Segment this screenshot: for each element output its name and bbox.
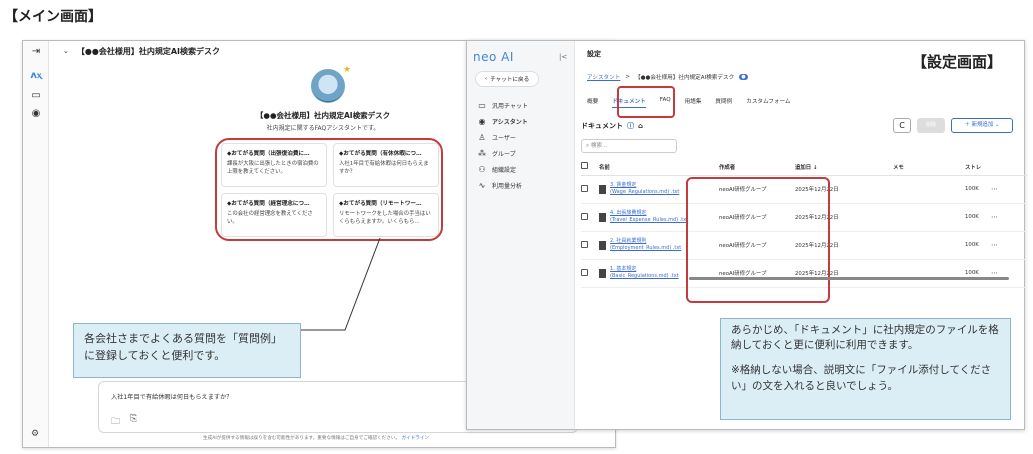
more-menu-icon[interactable]: ⋯ [991, 203, 1027, 232]
row-memo [893, 203, 965, 232]
tab-custom-form[interactable]: カスタムフォーム [746, 95, 790, 108]
col-name[interactable]: 名前 [599, 159, 719, 176]
callout-settings: あらかじめ、「ドキュメント」に社内規定のファイルを格納しておくと更に便利に利用で… [720, 318, 1011, 420]
settings-heading: 設定 [587, 50, 601, 58]
chat-icon: ▭ [478, 100, 486, 110]
nav-label: グループ [492, 150, 516, 158]
callout-settings-note: ※格納しない場合、説明文に「ファイル添付してください」の文を入れると良いでしょう… [731, 364, 992, 392]
callout-main: 各会社さまでよくある質問を「質問例」に登録しておくと便利です。 [73, 323, 301, 378]
row-size: 100K [965, 259, 991, 288]
bot-icon: ◉ [478, 116, 486, 126]
more-menu-icon[interactable]: ⋯ [991, 231, 1027, 260]
nav-label: アシスタント [492, 118, 528, 126]
row-checkbox[interactable] [581, 212, 588, 220]
row-memo [893, 259, 965, 288]
file-name-line1: 1. 基本規定 [610, 265, 637, 272]
breadcrumb: アシスタント > 【●●会社様用】社内規定AI検索デスク ● [587, 73, 748, 81]
file-icon [599, 212, 606, 222]
connector-main [301, 237, 381, 331]
tab-glossary[interactable]: 用語集 [685, 95, 702, 108]
chevron-left-icon: ‹ [484, 76, 488, 82]
file-name-line2: (Travel_Expense_Rules.md) .txt [610, 217, 689, 223]
file-name-line2: (Wage_Regulations.md) .txt [610, 189, 680, 195]
documents-heading: ドキュメント ⓘ ⌂ [581, 121, 643, 131]
settings-sidebar: neo AI |< ‹ チャットに戻る ▭ 汎用チャット ◉ アシスタント ♙ ユーザー… [467, 41, 575, 429]
nav-item-users[interactable]: ♙ ユーザー [473, 129, 571, 145]
more-menu-icon[interactable]: ⋯ [991, 175, 1027, 204]
breadcrumb-current: 【●●会社様用】社内規定AI検索デスク [635, 75, 735, 81]
row-checkbox[interactable] [581, 240, 588, 248]
col-date[interactable]: 追加日 ↓ [795, 159, 893, 176]
file-name-line1: 4. 出張旅費規定 [610, 209, 647, 216]
document-search-input[interactable]: ⌕ 検索... [581, 139, 677, 153]
nav-label: ユーザー [492, 134, 516, 142]
breadcrumb-separator: > [625, 74, 631, 80]
collapse-icon[interactable]: |< [559, 53, 567, 61]
nav-item-general-chat[interactable]: ▭ 汎用チャット [473, 97, 571, 113]
user-icon: ♙ [478, 132, 486, 142]
breadcrumb-root[interactable]: アシスタント [587, 73, 620, 81]
file-name[interactable]: 3. 賃金規定 (Wage_Regulations.md) .txt [610, 182, 679, 197]
nav-label: 汎用チャット [492, 102, 528, 110]
file-name[interactable]: 1. 基本規定 (Basic_Regulations.md) .txt [610, 266, 679, 281]
row-size: 100K [965, 203, 991, 232]
search-placeholder: 検索... [590, 143, 608, 149]
nav-label: 組織設定 [492, 166, 517, 174]
tab-highlight-oval [617, 86, 675, 118]
neoai-logo: neo AI [473, 50, 514, 64]
row-checkbox[interactable] [581, 268, 588, 276]
nav-item-groups[interactable]: ⁂ グループ [473, 145, 571, 161]
row-size: 100K [965, 175, 991, 204]
more-menu-icon[interactable]: ⋯ [991, 259, 1027, 288]
help-icon[interactable]: ⓘ [627, 121, 634, 131]
file-icon [599, 184, 606, 194]
analytics-icon: ∿ [478, 180, 486, 190]
file-name-line1: 3. 賃金規定 [610, 181, 637, 188]
row-checkbox[interactable] [581, 184, 588, 192]
file-name-line2: (Employment_Rules.md) .txt [610, 245, 682, 251]
file-name-line1: 2. 社員就業規則 [610, 237, 647, 244]
file-icon [599, 240, 606, 250]
refresh-button[interactable]: C [893, 118, 911, 133]
table-header-row: 名前 作成者 追加日 ↓ メモ ストレ [581, 159, 1027, 176]
row-memo [893, 175, 965, 204]
home-icon[interactable]: ⌂ [638, 122, 643, 130]
callout-settings-text: あらかじめ、「ドキュメント」に社内規定のファイルを格納しておくと更に便利に利用で… [731, 324, 999, 352]
group-icon: ⁂ [478, 148, 486, 158]
nav-item-assistant[interactable]: ◉ アシスタント [473, 113, 571, 129]
file-icon [599, 268, 606, 278]
file-name[interactable]: 2. 社員就業規則 (Employment_Rules.md) .txt [610, 238, 681, 253]
back-to-chat-label: チャットに戻る [490, 77, 530, 83]
row-size: 100K [965, 231, 991, 260]
tab-overview[interactable]: 概要 [587, 95, 598, 108]
row-memo [893, 231, 965, 260]
delete-button[interactable]: 削除 [917, 118, 945, 133]
tab-question-examples[interactable]: 質問例 [715, 95, 732, 108]
file-name-line2: (Basic_Regulations.md) .txt [610, 273, 679, 279]
col-author[interactable]: 作成者 [719, 159, 795, 176]
col-memo: メモ [893, 159, 965, 176]
settings-screen-label: 【設定画面】 [911, 53, 1002, 71]
documents-title: ドキュメント [581, 122, 623, 130]
add-new-button[interactable]: ＋ 新規追加 ⌄ [951, 118, 1013, 133]
horizontal-scrollbar[interactable] [689, 277, 1009, 280]
nav-label: 利用量分析 [492, 182, 523, 190]
nav-item-usage[interactable]: ∿ 利用量分析 [473, 177, 571, 193]
file-name[interactable]: 4. 出張旅費規定 (Travel_Expense_Rules.md) .txt [610, 210, 688, 225]
edit-badge-icon[interactable]: ● [739, 74, 748, 80]
nav-item-org-settings[interactable]: ⚇ 組織設定 [473, 161, 571, 177]
select-all-checkbox[interactable] [581, 162, 588, 170]
back-to-chat-button[interactable]: ‹ チャットに戻る [475, 71, 539, 87]
settings-nav: ▭ 汎用チャット ◉ アシスタント ♙ ユーザー ⁂ グループ ⚇ 組織設定 ∿ 利用量分析 [473, 97, 571, 193]
col-storage: ストレ [965, 159, 991, 176]
documents-highlight-oval [686, 177, 830, 303]
org-icon: ⚇ [478, 164, 486, 174]
